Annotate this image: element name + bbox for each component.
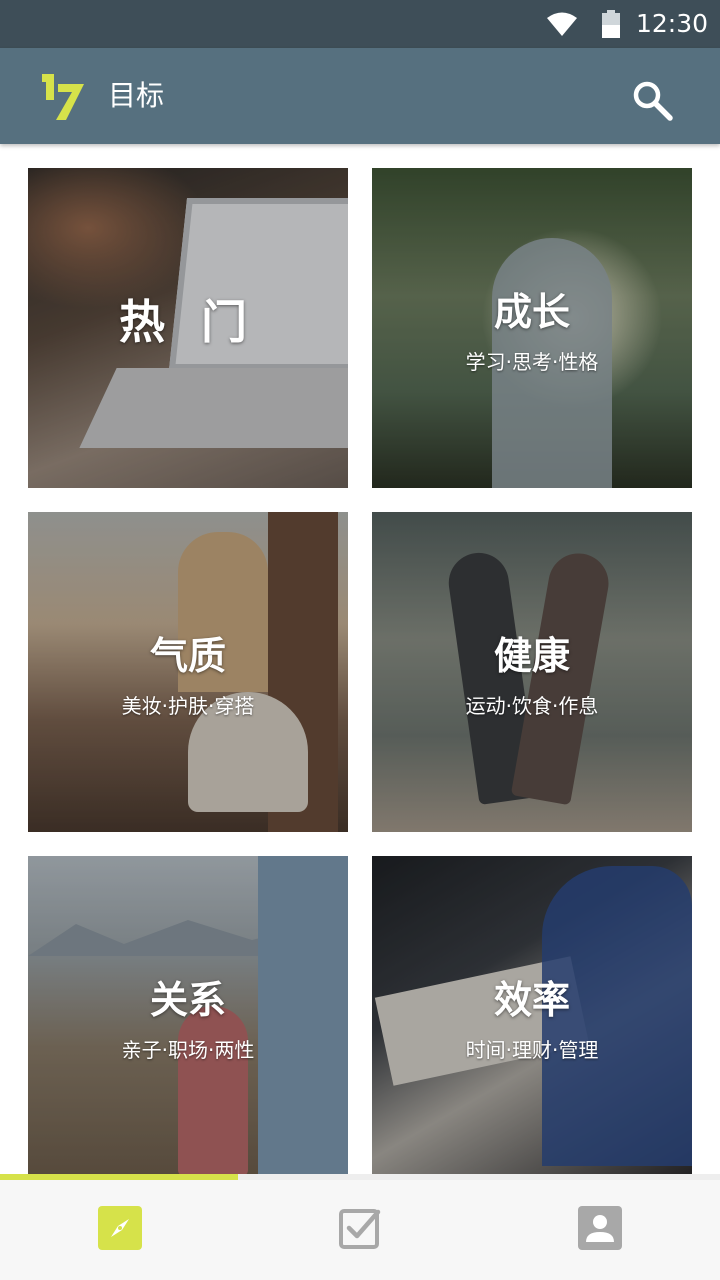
category-subtitle: 学习·思考·性格	[465, 350, 599, 374]
bottom-nav	[0, 1180, 720, 1280]
category-title: 气质	[149, 634, 226, 678]
battery-icon	[602, 10, 620, 38]
compass-icon[interactable]	[98, 1206, 142, 1250]
category-title: 健康	[493, 634, 570, 678]
category-subtitle: 运动·饮食·作息	[465, 694, 599, 718]
app-bar: 目标	[0, 48, 720, 144]
clock: 12:30	[636, 9, 709, 38]
search-icon[interactable]	[630, 78, 674, 122]
category-subtitle: 时间·理财·管理	[465, 1038, 599, 1062]
category-card-hot[interactable]: 热 门	[28, 168, 348, 488]
category-subtitle: 美妆·护肤·穿搭	[121, 694, 255, 718]
checkbox-icon[interactable]	[338, 1206, 382, 1250]
page-title: 目标	[108, 79, 165, 112]
category-title: 成长	[493, 290, 570, 334]
category-grid: 热 门 成长 学习·思考·性格 气质 美妆·护肤·穿搭 健康 运动·饮食·作息 …	[28, 168, 692, 1176]
category-card-growth[interactable]: 成长 学习·思考·性格	[372, 168, 692, 488]
category-subtitle: 亲子·职场·两性	[121, 1038, 255, 1062]
category-card-efficiency[interactable]: 效率 时间·理财·管理	[372, 856, 692, 1176]
category-card-temper[interactable]: 气质 美妆·护肤·穿搭	[28, 512, 348, 832]
wifi-icon	[547, 12, 577, 36]
category-title: 关系	[149, 978, 226, 1022]
profile-icon[interactable]	[578, 1206, 622, 1250]
category-card-relation[interactable]: 关系 亲子·职场·两性	[28, 856, 348, 1176]
status-bar: 12:30	[0, 0, 720, 48]
category-title: 效率	[493, 978, 570, 1022]
category-card-health[interactable]: 健康 运动·饮食·作息	[372, 512, 692, 832]
17-logo	[42, 74, 84, 120]
category-title: 热 门	[118, 295, 257, 349]
